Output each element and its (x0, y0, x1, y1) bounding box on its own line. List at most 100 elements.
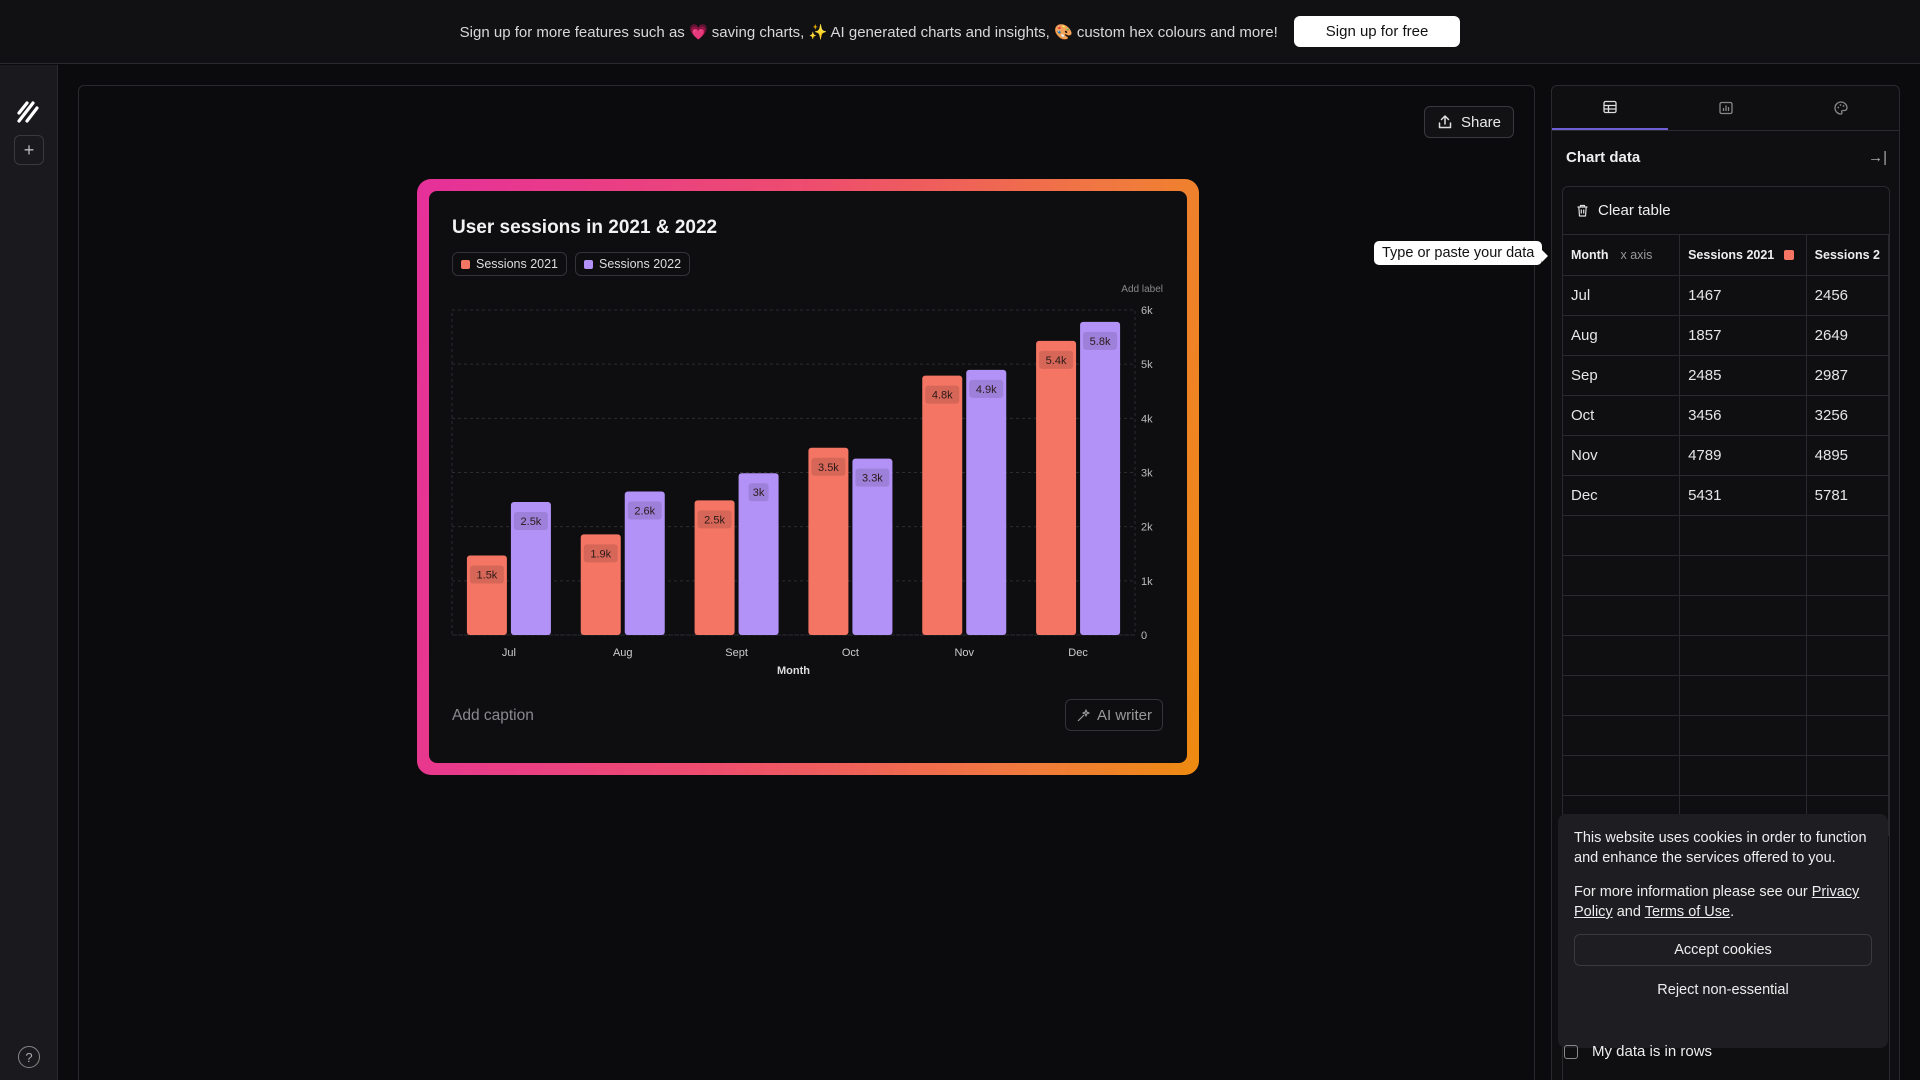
table-cell-empty[interactable] (1806, 675, 1889, 716)
table-cell[interactable]: Dec (1563, 475, 1681, 516)
data-in-rows-toggle[interactable]: My data is in rows (1564, 1043, 1712, 1060)
collapse-panel-icon[interactable]: →| (1868, 149, 1887, 166)
table-cell-empty[interactable] (1806, 715, 1889, 756)
table-cell-empty[interactable] (1679, 755, 1807, 796)
table-cell[interactable]: Sep (1563, 355, 1681, 396)
table-cell[interactable]: Jul (1563, 275, 1681, 316)
paste-data-tooltip: Type or paste your data (1374, 241, 1549, 265)
reject-cookies-button[interactable]: Reject non-essential (1574, 974, 1872, 1006)
table-cell-empty[interactable] (1563, 515, 1681, 556)
table-cell-empty[interactable] (1563, 715, 1681, 756)
clear-table-label: Clear table (1598, 202, 1671, 219)
data-label: 4.8k (932, 390, 953, 402)
table-cell-empty[interactable] (1563, 635, 1681, 676)
table-cell[interactable]: 4895 (1806, 435, 1889, 476)
table-cell-empty[interactable] (1679, 635, 1807, 676)
table-cell-empty[interactable] (1563, 675, 1681, 716)
data-label: 3k (753, 487, 765, 499)
table-cell[interactable]: 5431 (1679, 475, 1807, 516)
column-header-sessions-2021[interactable]: Sessions 2021 (1679, 235, 1807, 276)
signup-button[interactable]: Sign up for free (1293, 16, 1461, 47)
cookie-more-info: For more information please see our Priv… (1574, 882, 1872, 922)
bar[interactable] (1036, 340, 1077, 635)
column-label: Sessions 2 (1814, 247, 1880, 262)
table-row: Nov 4789 4895 (1563, 435, 1889, 476)
table-row-empty (1563, 515, 1889, 556)
data-label: 3.5k (818, 462, 839, 474)
clear-table-button[interactable]: Clear table (1563, 187, 1889, 235)
table-cell[interactable]: 3256 (1806, 395, 1889, 436)
upload-icon (1438, 115, 1452, 129)
cookie-more-prefix: For more information please see our (1574, 884, 1812, 900)
logo-icon[interactable] (16, 99, 42, 125)
table-cell-empty[interactable] (1563, 755, 1681, 796)
table-cell[interactable]: 4789 (1679, 435, 1807, 476)
ai-writer-button[interactable]: AI writer (1064, 699, 1163, 731)
cookie-suffix: . (1730, 904, 1735, 920)
table-cell[interactable]: Aug (1563, 315, 1681, 356)
column-header-sessions-2022[interactable]: Sessions 2 (1806, 235, 1889, 276)
bar[interactable] (1080, 321, 1121, 635)
data-label: 2.6k (634, 506, 655, 518)
x-tick-label: Aug (613, 647, 633, 659)
help-icon[interactable]: ? (18, 1046, 40, 1068)
table-row: Sep 2485 2987 (1563, 355, 1889, 396)
table-icon (1603, 100, 1617, 114)
table-cell[interactable]: 2456 (1806, 275, 1889, 316)
caption-input[interactable]: Add caption (452, 707, 534, 725)
table-cell-empty[interactable] (1806, 755, 1889, 796)
column-label: Sessions 2021 (1688, 247, 1775, 262)
table-cell-empty[interactable] (1563, 555, 1681, 596)
chart-card: User sessions in 2021 & 2022 Sessions 20… (429, 191, 1187, 763)
table-cell[interactable]: 5781 (1806, 475, 1889, 516)
table-cell[interactable]: 1857 (1679, 315, 1807, 356)
table-cell-empty[interactable] (1679, 675, 1807, 716)
panel-title: Chart data (1566, 149, 1641, 166)
new-chart-button[interactable]: + (14, 135, 44, 165)
bar[interactable] (922, 375, 963, 635)
data-table: Month x axis Sessions 2021 Sessions 2 Jul… (1563, 235, 1889, 836)
bar[interactable] (966, 369, 1007, 635)
bar[interactable] (808, 447, 849, 635)
cookie-banner: This website uses cookies in order to fu… (1558, 814, 1888, 1048)
data-label: 5.4k (1046, 355, 1067, 367)
bar-chart: 0 1k 2k 3k 4k 5k 6k 1.5k 2.5k Jul 1.9k 2.6k Aug 2.5k 3… (451, 305, 1153, 677)
table-cell[interactable]: 2987 (1806, 355, 1889, 396)
table-cell-empty[interactable] (1679, 595, 1807, 636)
accept-cookies-button[interactable]: Accept cookies (1574, 934, 1872, 966)
data-label: 5.8k (1090, 336, 1111, 348)
table-cell-empty[interactable] (1679, 515, 1807, 556)
table-cell-empty[interactable] (1806, 555, 1889, 596)
table-cell-empty[interactable] (1563, 595, 1681, 636)
table-row-empty (1563, 555, 1889, 596)
table-cell-empty[interactable] (1806, 595, 1889, 636)
signup-banner: Sign up for more features such as 💗 savi… (0, 0, 1920, 64)
data-label: 1.5k (477, 570, 498, 582)
table-cell-empty[interactable] (1679, 555, 1807, 596)
x-tick-label: Jul (502, 647, 516, 659)
table-row-empty (1563, 755, 1889, 796)
y-tick-label: 1k (1141, 576, 1153, 588)
table-cell[interactable]: 2485 (1679, 355, 1807, 396)
x-tick-label: Sept (725, 647, 748, 659)
share-button[interactable]: Share (1423, 106, 1514, 138)
tab-data[interactable] (1552, 86, 1668, 130)
trash-icon (1577, 204, 1588, 217)
tab-style[interactable] (1783, 86, 1899, 130)
tab-chart-type[interactable] (1668, 86, 1784, 130)
table-body: Jul 1467 2456 Aug 1857 2649 Sep 2485 2987 Oct 3456… (1563, 275, 1889, 836)
table-cell[interactable]: 3456 (1679, 395, 1807, 436)
table-cell[interactable]: Oct (1563, 395, 1681, 436)
x-axis-title[interactable]: Month (777, 665, 810, 677)
table-cell-empty[interactable] (1806, 515, 1889, 556)
table-cell[interactable]: 1467 (1679, 275, 1807, 316)
table-cell[interactable]: Nov (1563, 435, 1681, 476)
series-color-swatch[interactable] (1784, 249, 1795, 260)
table-cell[interactable]: 2649 (1806, 315, 1889, 356)
rows-checkbox[interactable] (1564, 1044, 1578, 1059)
terms-of-use-link[interactable]: Terms of Use (1645, 904, 1730, 920)
table-cell-empty[interactable] (1806, 635, 1889, 676)
column-header-month[interactable]: Month x axis (1563, 235, 1681, 276)
rows-toggle-label: My data is in rows (1592, 1043, 1713, 1060)
table-cell-empty[interactable] (1679, 715, 1807, 756)
